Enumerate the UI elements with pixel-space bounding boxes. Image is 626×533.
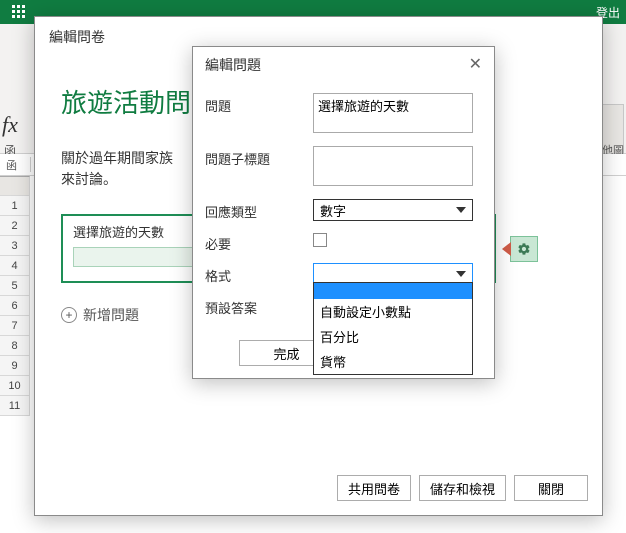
- default-answer-label: 預設答案: [205, 295, 313, 317]
- row-header[interactable]: 11: [0, 396, 30, 416]
- row-header[interactable]: 3: [0, 236, 30, 256]
- subtitle-field-input[interactable]: [313, 146, 473, 186]
- format-label: 格式: [205, 263, 313, 285]
- dialog-footer: 共用問卷 儲存和檢視 關閉: [35, 465, 602, 515]
- question-field-label: 問題: [205, 93, 313, 115]
- close-button[interactable]: 關閉: [514, 475, 588, 501]
- row-header[interactable]: 2: [0, 216, 30, 236]
- row-header[interactable]: 5: [0, 276, 30, 296]
- close-icon[interactable]: ✕: [469, 57, 482, 73]
- row-header[interactable]: 7: [0, 316, 30, 336]
- dialog-body: 問題 問題子標題 回應類型 數字 必要 格式 自動設定小數點 百分比 貨幣: [193, 79, 494, 332]
- plus-circle-icon: +: [61, 307, 77, 323]
- share-survey-button[interactable]: 共用問卷: [337, 475, 411, 501]
- row-header[interactable]: 8: [0, 336, 30, 356]
- row-header[interactable]: 9: [0, 356, 30, 376]
- required-checkbox[interactable]: [313, 233, 327, 247]
- fx-icon: fx: [2, 112, 18, 138]
- dropdown-option[interactable]: 自動設定小數點: [314, 299, 472, 324]
- save-and-view-button[interactable]: 儲存和檢視: [419, 475, 506, 501]
- name-box[interactable]: 函: [0, 157, 30, 173]
- row-headers: 1 2 3 4 5 6 7 8 9 10 11: [0, 176, 30, 533]
- response-type-select[interactable]: 數字: [313, 199, 473, 221]
- callout-arrow-icon: [502, 242, 511, 256]
- row-header[interactable]: 4: [0, 256, 30, 276]
- edit-question-dialog: 編輯問題 ✕ 問題 問題子標題 回應類型 數字 必要 格式 自動設定小數點: [192, 46, 495, 379]
- question-settings-button[interactable]: [510, 236, 538, 262]
- response-type-label: 回應類型: [205, 199, 313, 221]
- subtitle-field-label: 問題子標題: [205, 146, 313, 168]
- dropdown-option[interactable]: 百分比: [314, 324, 472, 349]
- row-header[interactable]: 10: [0, 376, 30, 396]
- row-header[interactable]: 6: [0, 296, 30, 316]
- survey-desc-line: 來討論。: [61, 171, 117, 187]
- required-label: 必要: [205, 231, 313, 253]
- dropdown-option[interactable]: 貨幣: [314, 349, 472, 374]
- response-type-value: 數字: [320, 204, 346, 219]
- survey-desc-line: 關於過年期間家族: [61, 150, 173, 166]
- app-launcher[interactable]: [0, 0, 38, 24]
- format-dropdown: 自動設定小數點 百分比 貨幣: [313, 282, 473, 375]
- question-field-input[interactable]: [313, 93, 473, 133]
- dropdown-highlight[interactable]: [314, 283, 472, 299]
- dialog-title: 編輯問題: [205, 55, 261, 75]
- add-question-label: 新增問題: [83, 305, 139, 325]
- dialog-header: 編輯問題 ✕: [193, 47, 494, 79]
- row-header[interactable]: 1: [0, 196, 30, 216]
- row-header-blank: [0, 176, 30, 196]
- gear-icon: [517, 242, 531, 256]
